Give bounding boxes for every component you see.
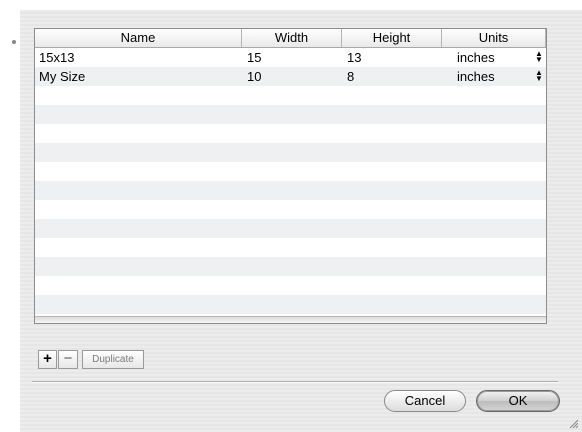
separator xyxy=(32,381,558,383)
column-header-units[interactable]: Units xyxy=(442,29,546,47)
cell-units[interactable]: inches xyxy=(457,48,495,67)
up-down-arrows-icon[interactable]: ▲ ▼ xyxy=(535,69,543,83)
paper-sizes-table[interactable]: Name Width Height Units 15x13 15 13 inch… xyxy=(34,28,547,324)
cell-height[interactable]: 13 xyxy=(347,48,361,67)
cell-units[interactable]: inches xyxy=(457,67,495,86)
add-button[interactable]: + xyxy=(38,350,57,369)
remove-button[interactable]: − xyxy=(58,350,78,369)
cancel-button[interactable]: Cancel xyxy=(384,390,466,412)
cell-name[interactable]: My Size xyxy=(39,67,85,86)
column-header-width[interactable]: Width xyxy=(242,29,342,47)
ok-button[interactable]: OK xyxy=(476,390,560,412)
cell-width[interactable]: 10 xyxy=(247,67,261,86)
column-header-height[interactable]: Height xyxy=(342,29,442,47)
up-down-arrows-icon[interactable]: ▲ ▼ xyxy=(535,50,543,64)
table-body: 15x13 15 13 inches ▲ ▼ My Size 10 8 inche… xyxy=(35,48,546,323)
duplicate-button[interactable]: Duplicate xyxy=(82,350,144,369)
horizontal-scrollbar[interactable] xyxy=(35,316,546,323)
empty-row xyxy=(35,86,546,105)
empty-row xyxy=(35,200,546,219)
empty-row xyxy=(35,219,546,238)
cell-name[interactable]: 15x13 xyxy=(39,48,74,67)
window-edge-mark xyxy=(12,40,16,44)
cell-height[interactable]: 8 xyxy=(347,67,354,86)
empty-row xyxy=(35,105,546,124)
empty-row xyxy=(35,295,546,314)
empty-row xyxy=(35,257,546,276)
empty-row xyxy=(35,124,546,143)
resize-grip-icon[interactable] xyxy=(568,418,578,428)
empty-row xyxy=(35,162,546,181)
empty-row xyxy=(35,238,546,257)
table-header: Name Width Height Units xyxy=(35,29,546,48)
empty-row xyxy=(35,181,546,200)
cell-width[interactable]: 15 xyxy=(247,48,261,67)
column-header-name[interactable]: Name xyxy=(35,29,242,47)
table-row[interactable]: My Size 10 8 inches ▲ ▼ xyxy=(35,67,546,86)
empty-row xyxy=(35,276,546,295)
empty-row xyxy=(35,143,546,162)
table-row[interactable]: 15x13 15 13 inches ▲ ▼ xyxy=(35,48,546,67)
